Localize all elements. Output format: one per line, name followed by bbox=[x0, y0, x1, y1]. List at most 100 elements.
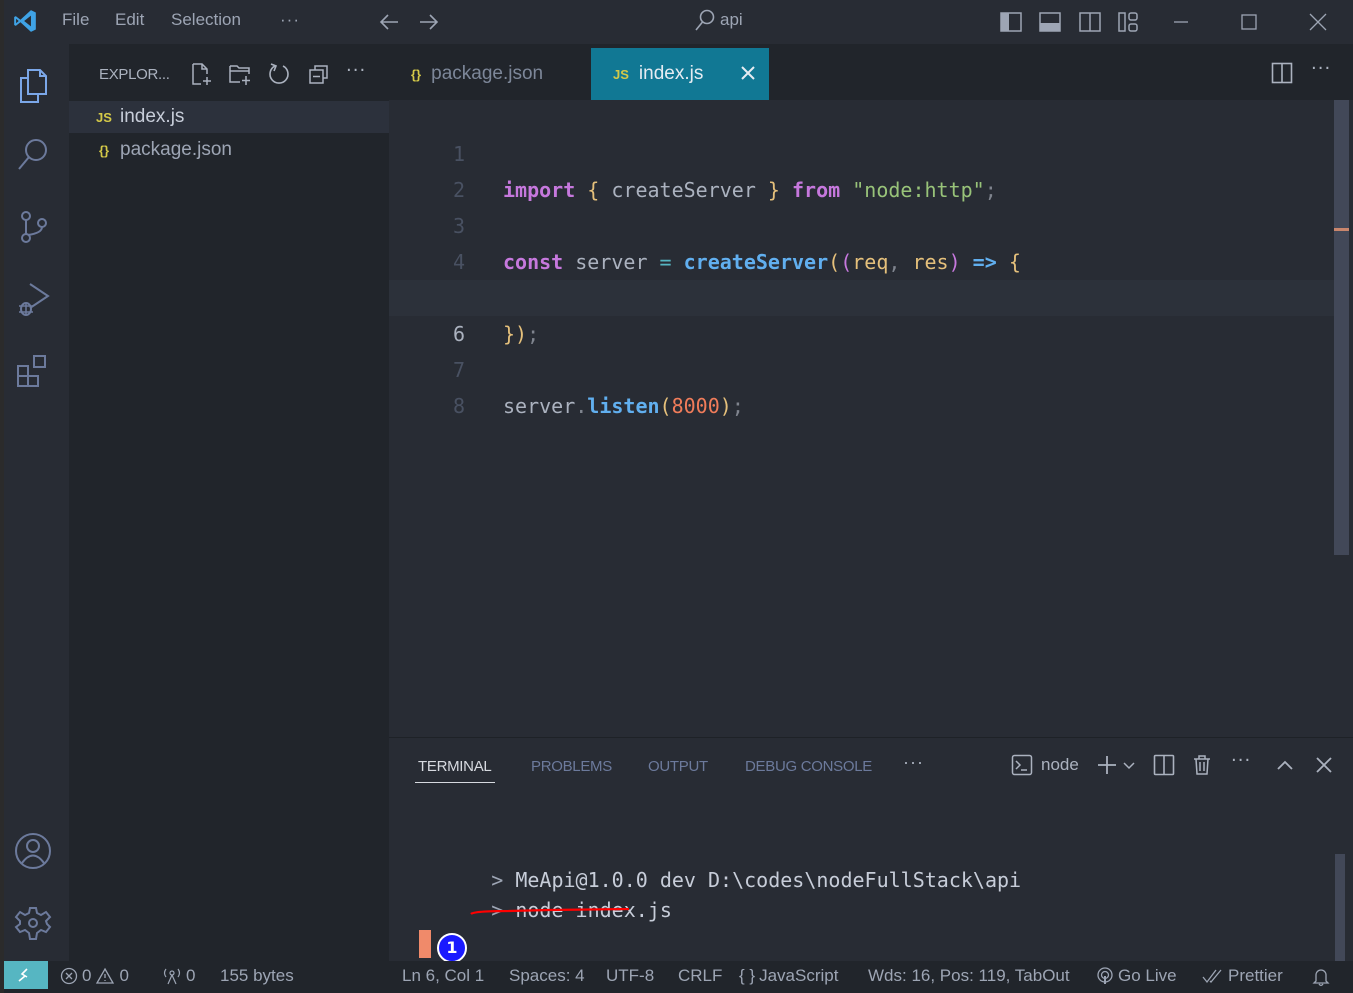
panel-tab-terminal[interactable]: TERMINAL bbox=[418, 758, 492, 775]
more-actions-icon[interactable]: ··· bbox=[346, 60, 370, 84]
panel-tab-problems[interactable]: PROBLEMS bbox=[531, 758, 612, 775]
code-editor[interactable]: 1 import { createServer } from "node:htt… bbox=[389, 100, 1353, 736]
extensions-icon[interactable] bbox=[14, 352, 52, 390]
annotation-badge: 1 bbox=[437, 933, 467, 963]
broadcast-icon bbox=[163, 968, 181, 985]
command-center-search[interactable]: api bbox=[694, 8, 743, 32]
tab-label: index.js bbox=[638, 63, 704, 84]
remote-indicator[interactable] bbox=[4, 961, 48, 989]
code-line: 4 res.end("你好，世界！"); bbox=[389, 208, 1335, 310]
editor-more-actions-icon[interactable]: ··· bbox=[1311, 58, 1331, 79]
code-line: 3 const server = createServer((req, res)… bbox=[389, 172, 1335, 274]
language-mode[interactable]: { } JavaScript bbox=[739, 966, 838, 986]
forward-arrow-icon[interactable] bbox=[418, 12, 440, 32]
go-live-label: Go Live bbox=[1118, 966, 1177, 985]
accounts-icon[interactable] bbox=[14, 832, 52, 870]
toggle-panel-icon[interactable] bbox=[1039, 12, 1061, 32]
notifications-bell-icon[interactable] bbox=[1312, 967, 1330, 987]
language-label: JavaScript bbox=[759, 966, 839, 985]
tab-index-js[interactable]: JS index.js bbox=[591, 48, 769, 100]
indentation[interactable]: Spaces: 4 bbox=[509, 966, 585, 986]
minimize-icon[interactable] bbox=[1172, 14, 1190, 30]
refresh-icon[interactable] bbox=[267, 62, 291, 86]
end-of-line[interactable]: CRLF bbox=[678, 966, 722, 986]
bottom-panel: TERMINAL PROBLEMS OUTPUT DEBUG CONSOLE ·… bbox=[389, 737, 1353, 963]
terminal-name: node bbox=[1041, 755, 1079, 774]
json-file-icon: {} bbox=[98, 142, 110, 158]
explorer-icon[interactable] bbox=[14, 66, 52, 104]
terminal-icon bbox=[1011, 754, 1033, 776]
close-panel-icon[interactable] bbox=[1313, 754, 1335, 776]
close-tab-icon[interactable] bbox=[737, 62, 759, 84]
ports-count: 0 bbox=[186, 966, 196, 985]
menu-selection[interactable]: Selection bbox=[171, 10, 241, 30]
terminal-selector[interactable]: node bbox=[1011, 754, 1079, 776]
file-item-package-json[interactable]: {} package.json bbox=[69, 134, 389, 166]
json-file-icon: {} bbox=[411, 66, 422, 82]
search-icon[interactable] bbox=[14, 136, 52, 174]
terminal-more-icon[interactable]: ··· bbox=[1231, 750, 1251, 771]
explorer-sidebar: EXPLOR... ··· JS index.js {} package.jso… bbox=[69, 44, 389, 961]
vscode-logo-icon bbox=[14, 10, 36, 32]
vscode-window: File Edit Selection ··· api EXPLOR... ··… bbox=[4, 0, 1353, 993]
new-terminal-icon[interactable] bbox=[1096, 754, 1118, 776]
go-live-button[interactable]: Go Live bbox=[1096, 966, 1177, 986]
panel-tab-debug-console[interactable]: DEBUG CONSOLE bbox=[745, 758, 872, 775]
run-debug-icon[interactable] bbox=[14, 280, 52, 318]
broadcast-icon bbox=[1097, 967, 1113, 984]
new-folder-icon[interactable] bbox=[228, 62, 252, 86]
error-icon bbox=[60, 967, 78, 985]
toggle-primary-sidebar-icon[interactable] bbox=[1000, 12, 1022, 32]
problems-status[interactable]: 0 0 bbox=[60, 966, 129, 986]
panel-more-icon[interactable]: ··· bbox=[903, 752, 924, 773]
language-braces-icon: { } bbox=[739, 966, 756, 985]
status-bar: 0 0 0 155 bytes Ln 6, Col 1 Spaces: 4 UT… bbox=[4, 961, 1353, 993]
back-arrow-icon[interactable] bbox=[378, 12, 400, 32]
double-check-icon bbox=[1202, 969, 1222, 984]
ports-status[interactable]: 0 bbox=[162, 966, 195, 986]
file-label: index.js bbox=[120, 106, 185, 127]
toggle-secondary-sidebar-icon[interactable] bbox=[1079, 12, 1101, 32]
source-control-icon[interactable] bbox=[14, 208, 52, 246]
search-icon bbox=[695, 9, 715, 31]
explorer-header: EXPLOR... ··· bbox=[69, 44, 389, 100]
trash-icon[interactable] bbox=[1191, 754, 1213, 776]
file-label: package.json bbox=[120, 139, 232, 160]
panel-tab-output[interactable]: OUTPUT bbox=[648, 758, 708, 775]
editor-vertical-scrollbar[interactable] bbox=[1334, 100, 1349, 555]
js-file-icon: JS bbox=[613, 66, 629, 82]
code-line-current: 6 bbox=[389, 280, 1335, 346]
warning-icon bbox=[96, 967, 115, 984]
new-file-icon[interactable] bbox=[189, 62, 213, 86]
prettier-label: Prettier bbox=[1228, 966, 1283, 985]
settings-gear-icon[interactable] bbox=[14, 904, 52, 942]
error-count: 0 bbox=[82, 966, 92, 985]
collapse-all-icon[interactable] bbox=[307, 62, 331, 86]
file-item-index-js[interactable]: JS index.js bbox=[69, 101, 389, 133]
explorer-title: EXPLOR... bbox=[99, 66, 170, 83]
chevron-down-icon[interactable] bbox=[1122, 760, 1136, 772]
maximize-panel-icon[interactable] bbox=[1274, 754, 1296, 776]
scrollbar-cursor-marker bbox=[1334, 228, 1349, 231]
split-terminal-icon[interactable] bbox=[1153, 754, 1175, 776]
js-file-icon: JS bbox=[96, 109, 112, 125]
code-line: 8 bbox=[389, 352, 1335, 418]
close-window-icon[interactable] bbox=[1308, 12, 1328, 32]
menu-edit[interactable]: Edit bbox=[115, 10, 144, 30]
maximize-icon[interactable] bbox=[1240, 13, 1258, 31]
menu-more[interactable]: ··· bbox=[280, 10, 300, 30]
word-count-status[interactable]: Wds: 16, Pos: 119, TabOut bbox=[868, 966, 1070, 986]
terminal-scrollbar[interactable] bbox=[1335, 854, 1345, 962]
customize-layout-icon[interactable] bbox=[1118, 12, 1140, 32]
title-bar: File Edit Selection ··· api bbox=[4, 0, 1353, 44]
code-line: 2 bbox=[389, 136, 1335, 202]
encoding[interactable]: UTF-8 bbox=[606, 966, 654, 986]
split-editor-icon[interactable] bbox=[1271, 62, 1293, 84]
code-line: 5 }); bbox=[389, 244, 1335, 346]
line-number: 8 bbox=[452, 394, 465, 418]
menu-file[interactable]: File bbox=[62, 10, 89, 30]
cursor-position[interactable]: Ln 6, Col 1 bbox=[402, 966, 484, 986]
prettier-status[interactable]: Prettier bbox=[1202, 966, 1283, 986]
code-line: 7 server.listen(8000); bbox=[389, 316, 1335, 418]
tab-package-json[interactable]: {} package.json bbox=[389, 48, 591, 100]
